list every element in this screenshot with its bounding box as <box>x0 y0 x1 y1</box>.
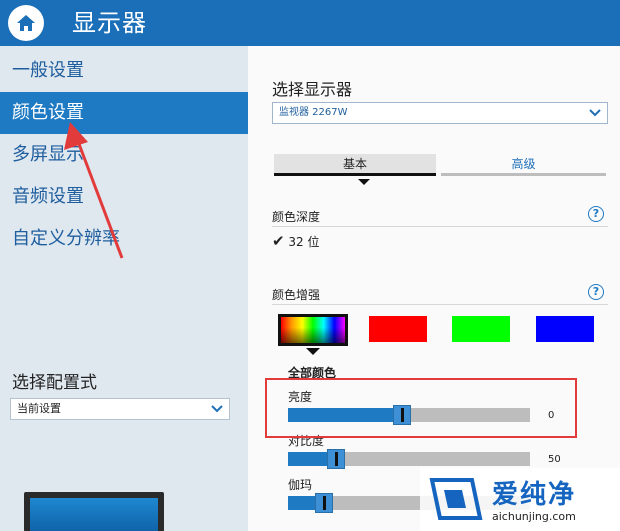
tab-indicator <box>358 179 370 185</box>
display-select[interactable]: 监视器 2267W <box>272 102 608 124</box>
chevron-down-icon <box>211 405 223 413</box>
swatch-all-colors[interactable] <box>278 314 348 346</box>
home-button[interactable] <box>8 5 44 41</box>
contrast-value: 50 <box>548 454 561 465</box>
profile-select-value: 当前设置 <box>17 402 61 415</box>
home-icon <box>17 15 35 31</box>
sidebar: 一般设置 颜色设置 多屏显示 音频设置 自定义分辨率 选择配置式 当前设置 <box>0 46 248 531</box>
slider-handle[interactable] <box>327 449 345 469</box>
chevron-down-icon <box>589 109 601 117</box>
divider <box>272 304 608 305</box>
swatch-red[interactable] <box>369 316 427 342</box>
gamma-label: 伽玛 <box>288 478 313 492</box>
monitor-image <box>24 492 164 531</box>
watermark: 爱纯净 aichunjing.com <box>420 468 620 531</box>
tab-advanced[interactable]: 高级 <box>441 154 606 176</box>
help-icon[interactable]: ? <box>588 206 604 222</box>
color-enhance-label: 颜色增强 <box>272 288 321 302</box>
display-select-value: 监视器 2267W <box>279 107 348 118</box>
app-title: 显示器 <box>72 9 147 37</box>
annotation-arrow <box>64 122 124 259</box>
watermark-logo-icon <box>429 478 483 520</box>
check-icon: ✔ <box>272 232 285 250</box>
contrast-slider[interactable] <box>288 449 530 469</box>
swatch-green[interactable] <box>452 316 510 342</box>
swatch-blue[interactable] <box>536 316 594 342</box>
help-icon[interactable]: ? <box>588 284 604 300</box>
profile-select[interactable]: 当前设置 <box>10 398 230 420</box>
display-select-label: 选择显示器 <box>272 80 353 99</box>
color-depth-value: ✔ 32 位 <box>272 232 320 250</box>
tab-basic[interactable]: 基本 <box>274 154 436 176</box>
watermark-brand: 爱纯净 <box>492 480 577 510</box>
divider <box>272 226 608 227</box>
watermark-url: aichunjing.com <box>492 510 576 523</box>
app-header: 显示器 <box>0 0 620 46</box>
slider-handle[interactable] <box>315 493 333 513</box>
color-depth-text: 32 位 <box>288 235 320 249</box>
color-depth-label: 颜色深度 <box>272 210 321 224</box>
main-panel: 选择显示器 监视器 2267W 基本 高级 颜色深度 ? ✔ 32 位 颜色增强… <box>248 46 620 531</box>
highlight-box <box>265 378 577 438</box>
swatch-indicator <box>306 348 320 355</box>
profile-label: 选择配置式 <box>12 373 97 393</box>
sidebar-item-general[interactable]: 一般设置 <box>0 50 248 92</box>
